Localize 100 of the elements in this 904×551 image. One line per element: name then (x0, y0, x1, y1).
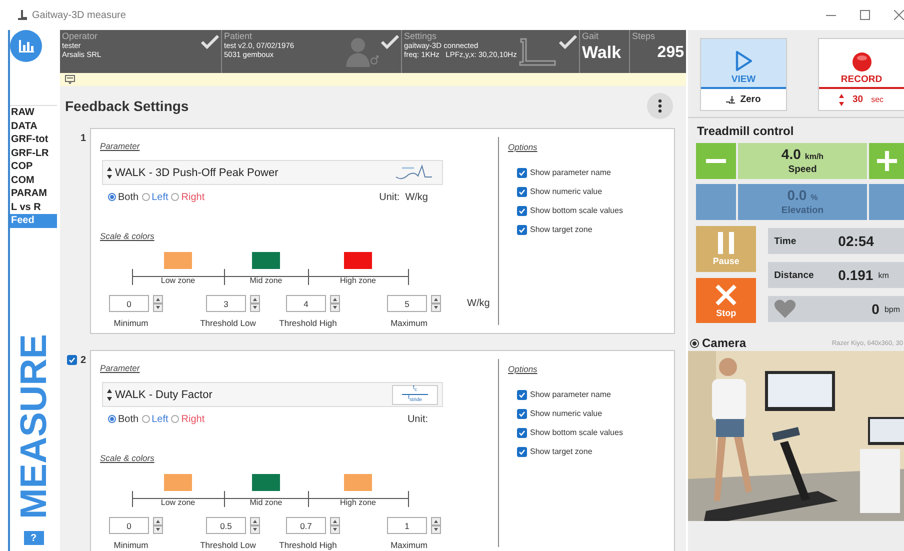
minus-icon (706, 159, 726, 163)
radio-option[interactable]: Both (108, 192, 139, 202)
field-value: 295 (657, 43, 684, 63)
unit-label: W/kg (467, 298, 490, 309)
field-label: Threshold High (279, 318, 337, 328)
field-label: Operator (62, 31, 99, 41)
checkbox[interactable] (517, 390, 527, 400)
readout-label: Elevation (781, 205, 824, 216)
mode-label: MEASURE (15, 334, 52, 519)
section-label: Options (508, 364, 538, 375)
view-button[interactable]: VIEW Zero (700, 38, 787, 111)
person-icon (345, 35, 379, 67)
radio-option[interactable]: Right (171, 192, 205, 202)
spin-button[interactable] (330, 517, 340, 534)
nav-item[interactable]: GRF-LR (10, 146, 57, 160)
number-field[interactable]: 5 (387, 295, 427, 312)
zone-label: High zone (338, 276, 378, 285)
nav-item[interactable]: DATA (10, 120, 57, 133)
radio-icon (142, 193, 150, 201)
unit-label: bpm (884, 304, 900, 314)
number-field[interactable]: 4 (286, 295, 326, 312)
info-label: Time (774, 236, 798, 246)
note-icon[interactable] (65, 75, 75, 84)
spin-button[interactable] (431, 295, 441, 312)
play-icon (734, 50, 752, 72)
updown-icon (107, 166, 112, 178)
checkbox[interactable] (517, 168, 527, 178)
field-label: Settings (404, 31, 438, 41)
radio-icon (142, 415, 150, 423)
info-value: 0.191 (838, 267, 874, 283)
close-icon[interactable] (894, 10, 904, 20)
number-field[interactable]: 0 (109, 295, 149, 312)
radio-icon (108, 415, 116, 423)
nav-item[interactable]: PARAM (10, 187, 57, 200)
radio-option[interactable]: Right (171, 414, 205, 424)
unit-label: Unit: W/kg (379, 192, 428, 202)
field-label: Patient (224, 31, 254, 41)
checkbox[interactable] (517, 446, 527, 456)
number-field[interactable]: 0 (109, 517, 149, 534)
spin-button[interactable] (330, 295, 340, 312)
unit-label: Unit: (407, 414, 428, 424)
card-number: 1 (80, 132, 86, 144)
number-field[interactable]: 0.5 (206, 517, 246, 534)
checkbox[interactable] (517, 186, 527, 196)
option-label: Show parameter name (530, 390, 611, 399)
checkbox[interactable] (517, 224, 527, 234)
readout-value: 0.0 % (787, 188, 818, 205)
checkbox[interactable] (67, 355, 78, 365)
field-label: Maximum (390, 318, 428, 328)
record-button[interactable]: RECORD 30 sec (818, 38, 904, 111)
radio-option[interactable]: Both (108, 414, 139, 424)
option-label: Show bottom scale values (530, 428, 623, 437)
radio-option[interactable]: Left (142, 414, 168, 424)
number-field[interactable]: 1 (387, 517, 427, 534)
nav-item[interactable]: RAW (10, 106, 57, 120)
unit-label: km (878, 270, 889, 280)
section-title: Feedback Settings (65, 98, 190, 114)
number-field[interactable]: 0.7 (286, 517, 326, 534)
parameter-dropdown[interactable]: WALK - 3D Push-Off Peak Power (102, 160, 443, 185)
info-value: 02:54 (838, 233, 874, 249)
option-label: Show numeric value (530, 187, 602, 196)
number-field[interactable]: 3 (206, 295, 246, 312)
spin-button[interactable] (250, 295, 260, 312)
record-icon (852, 52, 872, 72)
nav-item[interactable]: COM (10, 174, 57, 187)
plus-icon (876, 151, 896, 171)
spin-button[interactable] (153, 295, 163, 312)
section-label: Parameter (100, 363, 140, 374)
window-title: Gaitway-3D measure (32, 10, 126, 20)
option-label: Show numeric value (530, 409, 602, 418)
info-label: Distance (774, 270, 815, 280)
nav-item[interactable]: L vs R (10, 200, 57, 214)
chart-icon[interactable] (10, 30, 42, 62)
pause-icon (717, 232, 736, 254)
heart-icon (774, 299, 796, 319)
spin-button[interactable] (250, 517, 260, 534)
more-button[interactable] (647, 92, 673, 118)
info-value: 0 (872, 301, 880, 317)
zone-label: Low zone (160, 276, 196, 285)
checkbox[interactable] (517, 408, 527, 418)
checkbox[interactable] (517, 428, 527, 438)
close-icon (715, 284, 738, 306)
nav-item[interactable]: COP (10, 160, 57, 174)
radio-option[interactable]: Left (142, 192, 168, 202)
section-title: Camera (702, 336, 746, 350)
spin-button[interactable] (431, 517, 441, 534)
checkbox[interactable] (517, 206, 527, 216)
maximize-icon[interactable] (860, 10, 870, 20)
zone-label: Low zone (160, 498, 196, 507)
field-label: Minimum (114, 318, 148, 328)
field-label: Minimum (114, 540, 148, 550)
more-icon (658, 98, 662, 112)
spin-icon (839, 94, 844, 106)
section-label: Options (508, 142, 538, 153)
spin-button[interactable] (153, 517, 163, 534)
field-label: Threshold Low (200, 318, 256, 328)
field-label: Threshold High (279, 540, 337, 550)
radio-icon (171, 415, 180, 423)
nav-item[interactable]: GRF-tot (10, 133, 57, 146)
radio-button[interactable] (690, 338, 699, 348)
